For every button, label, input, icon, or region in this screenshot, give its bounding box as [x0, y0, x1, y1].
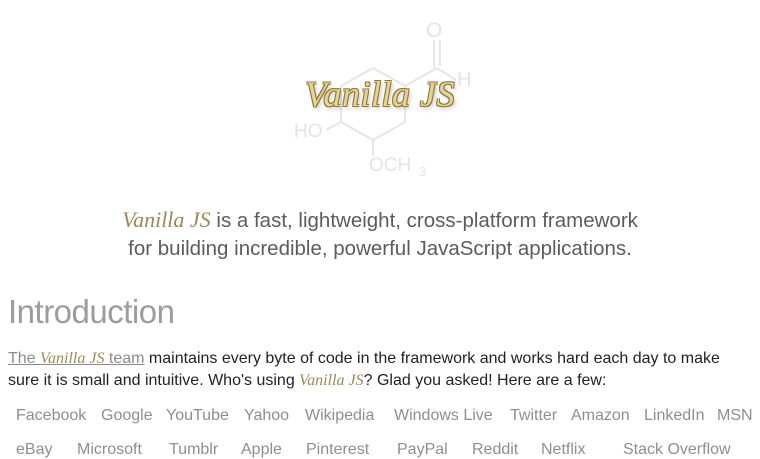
team-link-suffix: team: [104, 350, 145, 367]
user-item: MSN: [717, 407, 753, 424]
introduction-text-2: ? Glad you asked! Here are a few:: [363, 372, 607, 389]
tagline-line-2: for building incredible, powerful JavaSc…: [128, 237, 632, 260]
tagline-line-1: Vanilla JS is a fast, lightweight, cross…: [0, 206, 760, 235]
user-item: Stack Overflow: [623, 441, 731, 458]
team-link-brand: Vanilla JS: [40, 350, 105, 367]
user-item: Microsoft: [77, 441, 142, 458]
vanilla-js-team-link[interactable]: The Vanilla JS team: [8, 350, 144, 367]
methoxy-label: OCH: [369, 155, 411, 176]
user-item: Apple: [241, 441, 282, 458]
user-item: LinkedIn: [644, 407, 705, 424]
user-item: Wikipedia: [305, 407, 375, 424]
oxygen-label: O: [426, 19, 442, 42]
user-item: eBay: [16, 441, 53, 458]
vanilla-js-logo: Vanilla JS: [305, 74, 455, 114]
user-item: Facebook: [16, 407, 87, 424]
introduction-brand: Vanilla JS: [299, 372, 364, 389]
user-item: YouTube: [166, 407, 229, 424]
user-item: Yahoo: [244, 407, 290, 424]
user-item: PayPal: [397, 441, 448, 458]
user-item: Google: [101, 407, 153, 424]
hero: O H HO OCH 3 Vanilla JS: [0, 0, 760, 190]
user-item: Netflix: [541, 441, 586, 458]
introduction-paragraph: The Vanilla JS team maintains every byte…: [8, 348, 748, 392]
methoxy-subscript: 3: [419, 164, 426, 179]
user-item: Tumblr: [169, 441, 219, 458]
team-link-prefix: The: [8, 350, 41, 367]
tagline-brand: Vanilla JS: [122, 207, 211, 232]
hydroxyl-label: HO: [294, 121, 323, 142]
user-item: Reddit: [472, 441, 519, 458]
user-item: Twitter: [510, 407, 558, 424]
user-item: Amazon: [571, 407, 630, 424]
tagline: Vanilla JS is a fast, lightweight, cross…: [0, 206, 760, 263]
introduction-heading: Introduction: [8, 293, 175, 330]
tagline-line-1-text: is a fast, lightweight, cross-platform f…: [210, 209, 638, 232]
user-item: Pinterest: [306, 441, 370, 458]
user-item: Windows Live: [394, 407, 493, 424]
